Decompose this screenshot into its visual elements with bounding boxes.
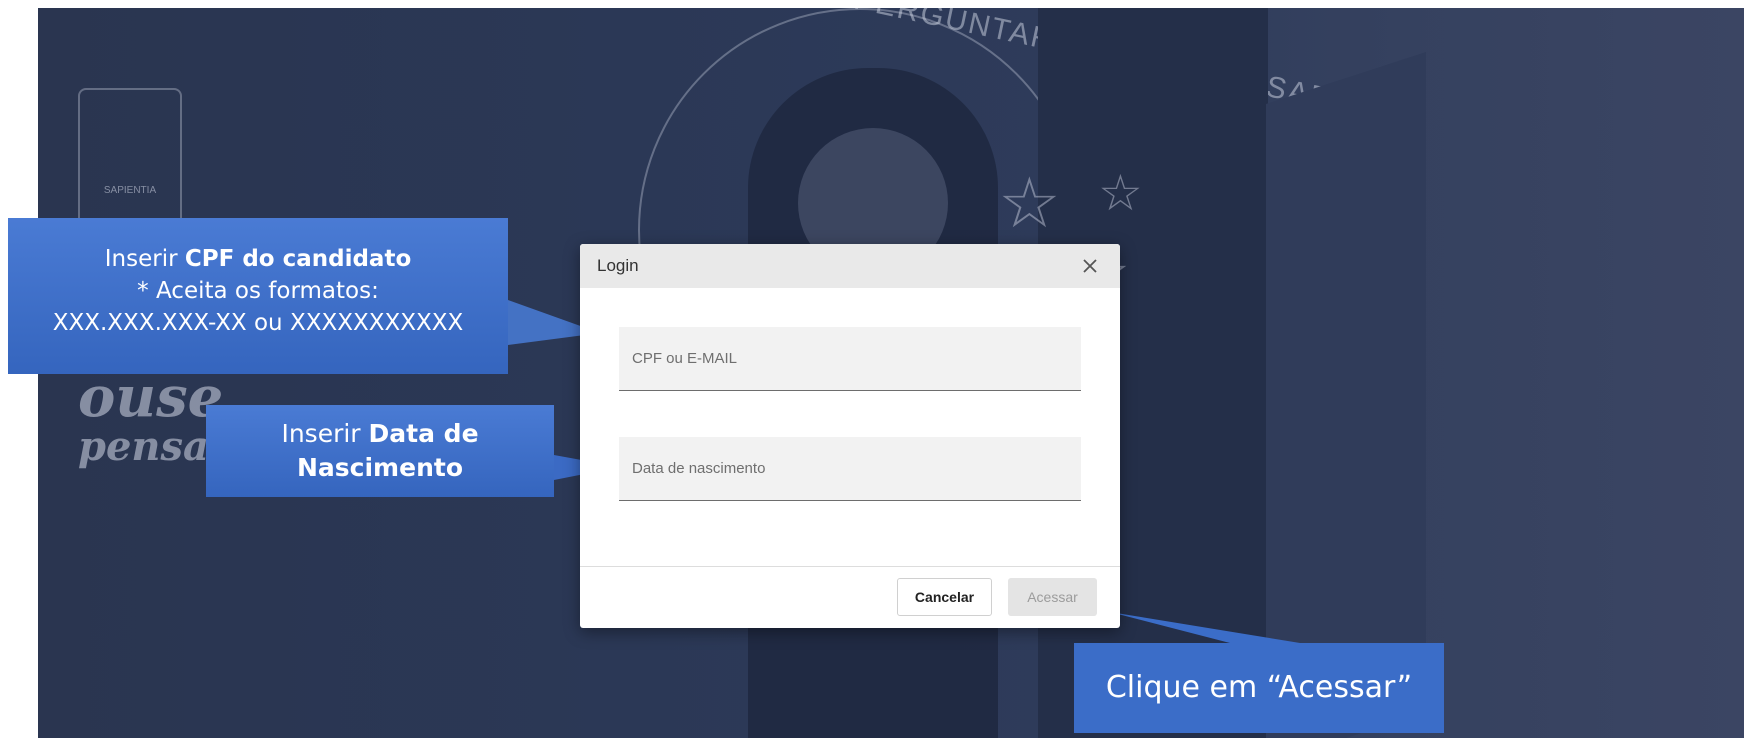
cpf-callout-line2: * Aceita os formatos: — [137, 278, 379, 304]
cancel-button[interactable]: Cancelar — [897, 578, 992, 616]
date-callout-bold2: Nascimento — [297, 453, 463, 482]
birth-date-input[interactable] — [619, 437, 1081, 500]
birth-date-field[interactable] — [619, 437, 1081, 501]
acessar-callout-pointer — [1110, 612, 1300, 643]
cpf-callout-line3: XXX.XXX.XXX-XX ou XXXXXXXXXXX — [52, 310, 464, 336]
close-icon — [1083, 259, 1097, 273]
close-button[interactable] — [1078, 254, 1102, 278]
date-callout-line1: Inserir Data de — [206, 417, 554, 451]
dialog-title: Login — [597, 256, 639, 275]
date-callout: Inserir Data de Nascimento — [206, 405, 554, 497]
cpf-callout-bold: CPF do candidato — [184, 246, 412, 272]
cpf-email-input[interactable] — [619, 327, 1081, 390]
dialog-divider — [580, 566, 1120, 567]
date-callout-prefix: Inserir — [281, 419, 369, 448]
dialog-header: Login — [580, 244, 1120, 288]
cpf-email-field[interactable] — [619, 327, 1081, 391]
date-callout-line2: Nascimento — [206, 451, 554, 485]
login-dialog: Login Cancelar Acessar — [580, 244, 1120, 628]
cpf-callout: Inserir CPF do candidato * Aceita os for… — [8, 218, 508, 374]
date-callout-bold1: Data de — [368, 419, 479, 448]
cpf-callout-line1: Inserir CPF do candidato — [8, 243, 508, 275]
acessar-callout: Clique em “Acessar” — [1074, 643, 1444, 733]
acessar-button[interactable]: Acessar — [1008, 578, 1097, 616]
cpf-callout-prefix: Inserir — [104, 246, 185, 272]
